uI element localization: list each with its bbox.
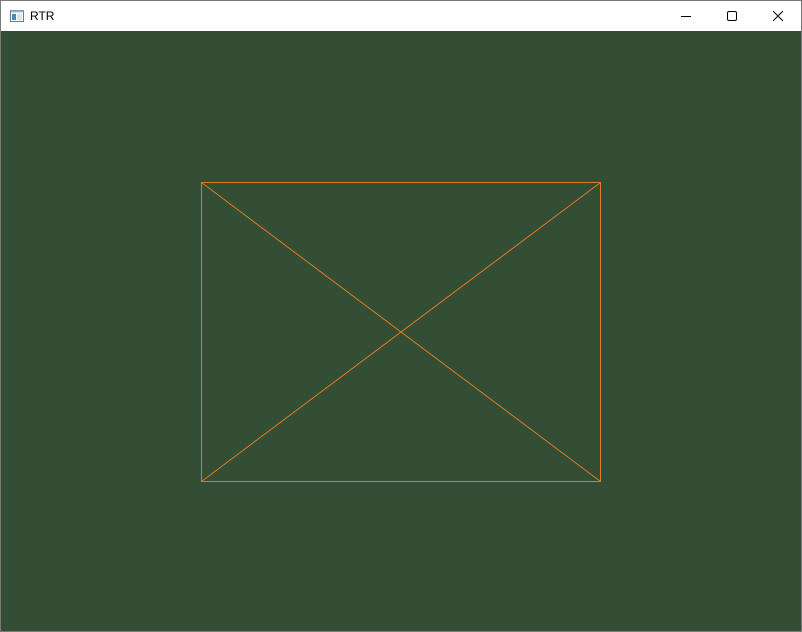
close-button[interactable]	[755, 1, 801, 31]
scene-svg	[1, 31, 801, 631]
minimize-button[interactable]	[663, 1, 709, 31]
minimize-icon	[681, 16, 691, 17]
close-icon	[773, 11, 783, 21]
title-bar[interactable]: RTR	[1, 1, 801, 31]
window-title: RTR	[30, 9, 55, 23]
app-icon	[9, 8, 25, 24]
canvas-background	[1, 31, 801, 631]
caption-buttons	[663, 1, 801, 31]
render-canvas[interactable]	[1, 31, 801, 631]
maximize-button[interactable]	[709, 1, 755, 31]
app-window: RTR	[0, 0, 802, 632]
maximize-icon	[727, 11, 737, 21]
